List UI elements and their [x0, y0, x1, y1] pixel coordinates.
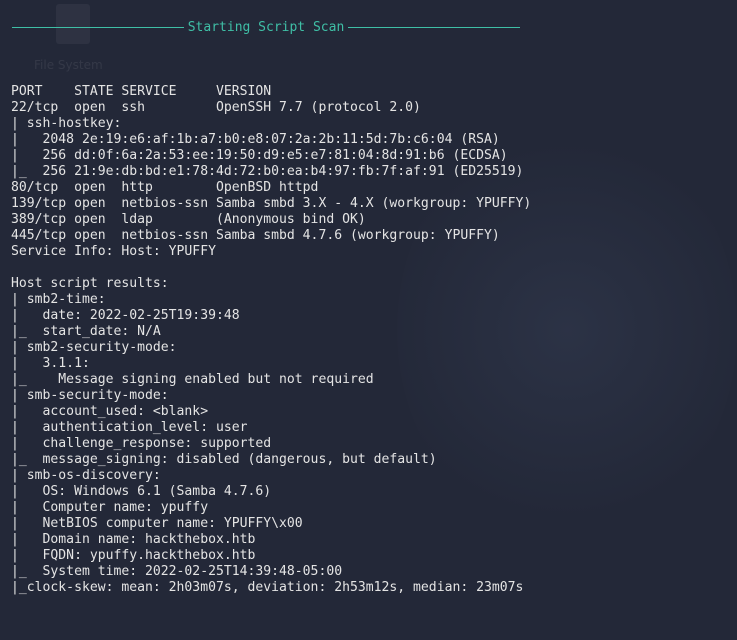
output-line: | smb2-time:: [11, 292, 106, 307]
output-line: 445/tcp open netbios-ssn Samba smbd 4.7.…: [11, 228, 500, 243]
output-line: |_ System time: 2022-02-25T14:39:48-05:0…: [11, 564, 343, 579]
desktop-icon-label: File System: [34, 58, 103, 72]
output-line: | date: 2022-02-25T19:39:48: [11, 308, 240, 323]
output-line: | OS: Windows 6.1 (Samba 4.7.6): [11, 484, 272, 499]
output-line: | smb2-security-mode:: [11, 340, 177, 355]
output-line: |_clock-skew: mean: 2h03m07s, deviation:…: [11, 580, 524, 595]
output-line: | 256 dd:0f:6a:2a:53:ee:19:50:d9:e5:e7:8…: [11, 148, 508, 163]
header-rule-left: [12, 27, 184, 28]
header-rule-right: [348, 27, 521, 28]
terminal-output: PORT STATE SERVICE VERSION 22/tcp open ss…: [11, 84, 531, 596]
output-line: | smb-os-discovery:: [11, 468, 161, 483]
output-line: | FQDN: ypuffy.hackthebox.htb: [11, 548, 256, 563]
output-line: | Domain name: hackthebox.htb: [11, 532, 256, 547]
output-line: |_ Message signing enabled but not requi…: [11, 372, 374, 387]
output-line: | account_used: <blank>: [11, 404, 209, 419]
output-line: | challenge_response: supported: [11, 436, 272, 451]
output-line: |_ start_date: N/A: [11, 324, 161, 339]
output-line: Service Info: Host: YPUFFY: [11, 244, 216, 259]
output-line: | 2048 2e:19:e6:af:1b:a7:b0:e8:07:2a:2b:…: [11, 132, 500, 147]
scan-header: Starting Script Scan: [12, 20, 521, 35]
output-line: |_ message_signing: disabled (dangerous,…: [11, 452, 437, 467]
output-line: | NetBIOS computer name: YPUFFY\x00: [11, 516, 303, 531]
output-line: | smb-security-mode:: [11, 388, 169, 403]
output-line: 80/tcp open http OpenBSD httpd: [11, 180, 319, 195]
output-line: PORT STATE SERVICE VERSION: [11, 84, 272, 99]
output-line: | 3.1.1:: [11, 356, 90, 371]
header-title: Starting Script Scan: [187, 20, 345, 35]
output-line: |_ 256 21:9e:db:bd:e1:78:4d:72:b0:ea:b4:…: [11, 164, 524, 179]
output-line: Host script results:: [11, 276, 169, 291]
output-line: | ssh-hostkey:: [11, 116, 122, 131]
output-line: 139/tcp open netbios-ssn Samba smbd 3.X …: [11, 196, 532, 211]
output-line: 22/tcp open ssh OpenSSH 7.7 (protocol 2.…: [11, 100, 421, 115]
output-line: | Computer name: ypuffy: [11, 500, 209, 515]
output-line: 389/tcp open ldap (Anonymous bind OK): [11, 212, 366, 227]
output-line: | authentication_level: user: [11, 420, 248, 435]
